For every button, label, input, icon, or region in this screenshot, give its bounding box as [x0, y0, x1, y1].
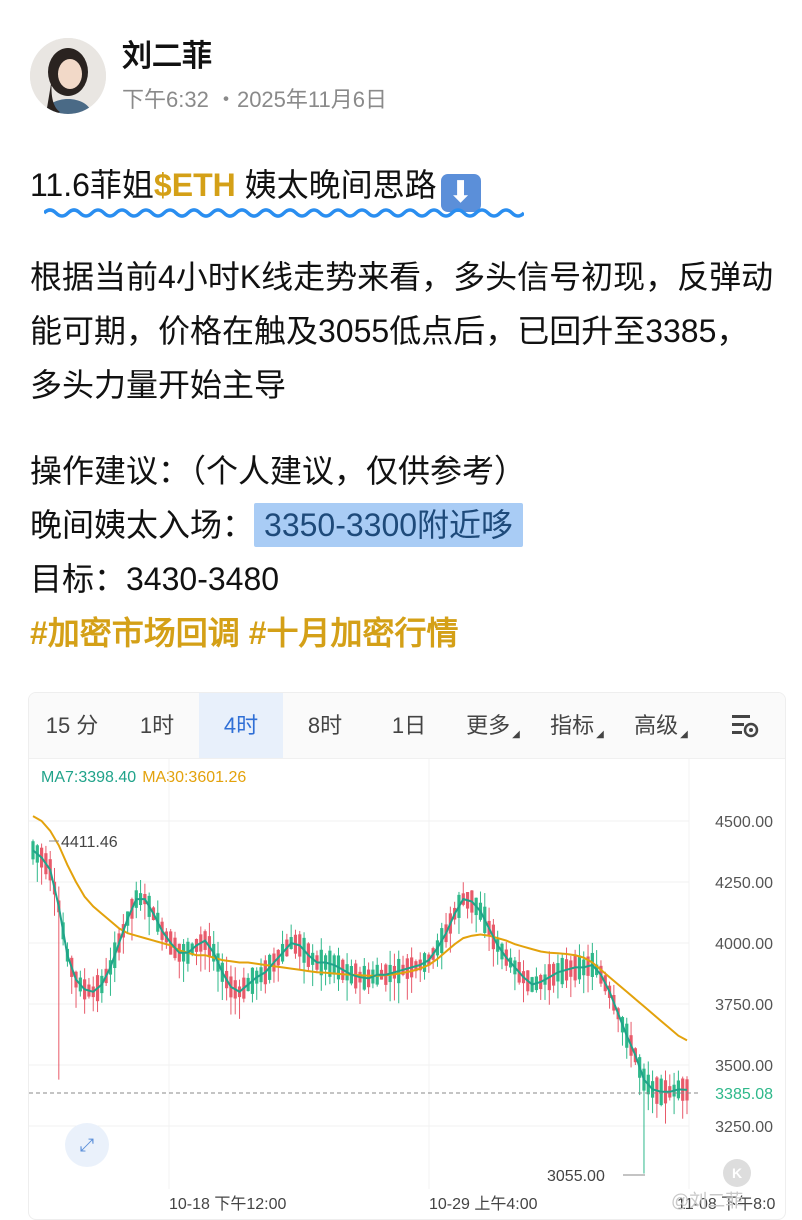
target-line: 目标：3430-3480: [30, 561, 280, 597]
tab-label: 15 分: [45, 713, 99, 738]
tab-5[interactable]: 更多 ◢: [451, 693, 535, 758]
y-tick-label: 3750.00: [715, 997, 773, 1014]
tab-label: 8时: [307, 713, 343, 738]
watermark-text: @刘二菲: [671, 1191, 744, 1211]
y-tick-label: 4000.00: [715, 936, 773, 953]
tab-2[interactable]: 4时: [199, 693, 283, 758]
post-time: 下午6:32: [122, 87, 209, 112]
hashtags[interactable]: #加密市场回调 #十月加密行情: [30, 606, 526, 660]
tab-label: 高级: [634, 713, 679, 738]
chart-settings-icon[interactable]: [731, 713, 759, 739]
author-name[interactable]: 刘二菲: [122, 38, 387, 76]
post-body: 根据当前4小时K线走势来看，多头信号初现，反弹动能可期，价格在触及3055低点后…: [30, 259, 774, 403]
candlestick-chart[interactable]: 4500.00 4250.00 4000.00 3750.00 3500.00 3250.…: [29, 759, 786, 1220]
dropdown-caret-icon: ◢: [596, 729, 604, 740]
high-price-label: 4411.46: [61, 834, 118, 851]
entry-label: 晚间姨太入场：: [30, 507, 255, 543]
chart-card: 15 分 1时 4时 8时 1日 更多 ◢ 指标 ◢ 高级 ◢ MA7:3398.40 MA30:36…: [28, 692, 786, 1220]
dropdown-caret-icon: ◢: [680, 729, 688, 740]
expand-icon[interactable]: ⤢: [65, 1123, 109, 1167]
y-tick-label: 4250.00: [715, 875, 773, 892]
tab-4[interactable]: 1日: [367, 693, 451, 758]
tab-label: 更多: [466, 713, 511, 738]
low-price-label: 3055.00: [547, 1168, 605, 1185]
title-prefix: 11.6菲姐: [30, 167, 154, 203]
operation-advice: 操作建议：（个人建议，仅供参考） 晚间姨太入场： 3350-3300附近哆 目标：…: [30, 444, 526, 660]
title-suffix: 姨太晚间思路: [235, 167, 437, 203]
tab-label: 1时: [139, 713, 175, 738]
x-tick-label: 10-18 下午12:00: [169, 1195, 287, 1213]
timeframe-tabs: 15 分 1时 4时 8时 1日 更多 ◢ 指标 ◢ 高级 ◢: [29, 693, 785, 759]
post-timestamp: 下午6:32 ・2025年11月6日: [122, 87, 387, 112]
y-tick-label: 4500.00: [715, 814, 773, 831]
tab-6[interactable]: 指标 ◢: [535, 693, 619, 758]
ops-label: 操作建议：（个人建议，仅供参考）: [30, 453, 527, 489]
post-header: 刘二菲 下午6:32 ・2025年11月6日: [30, 38, 387, 114]
eth-cashtag[interactable]: $ETH: [154, 167, 236, 203]
tab-3[interactable]: 8时: [283, 693, 367, 758]
tab-label: 指标: [550, 713, 595, 738]
post-date: 2025年11月6日: [236, 87, 387, 112]
entry-value: 3350-3300附近哆: [254, 503, 524, 547]
entry-line: 晚间姨太入场： 3350-3300附近哆: [30, 498, 526, 552]
y-tick-label: 3500.00: [715, 1058, 773, 1075]
tab-0[interactable]: 15 分: [29, 693, 115, 758]
avatar[interactable]: [30, 38, 106, 114]
wavy-underline: [44, 208, 524, 218]
tab-1[interactable]: 1时: [115, 693, 199, 758]
y-tick-label: 3250.00: [715, 1119, 773, 1136]
tab-label: 1日: [391, 713, 427, 738]
last-price-label: 3385.08: [715, 1086, 773, 1103]
tab-7[interactable]: 高级 ◢: [619, 693, 703, 758]
ma30-line: [32, 815, 688, 1042]
tab-label: 4时: [223, 713, 259, 738]
post-title: 11.6菲姐$ETH 姨太晚间思路 ⬇: [30, 162, 481, 212]
x-tick-label: 10-29 上午4:00: [429, 1195, 538, 1213]
watermark-logo: K: [723, 1159, 751, 1187]
dropdown-caret-icon: ◢: [512, 729, 520, 740]
